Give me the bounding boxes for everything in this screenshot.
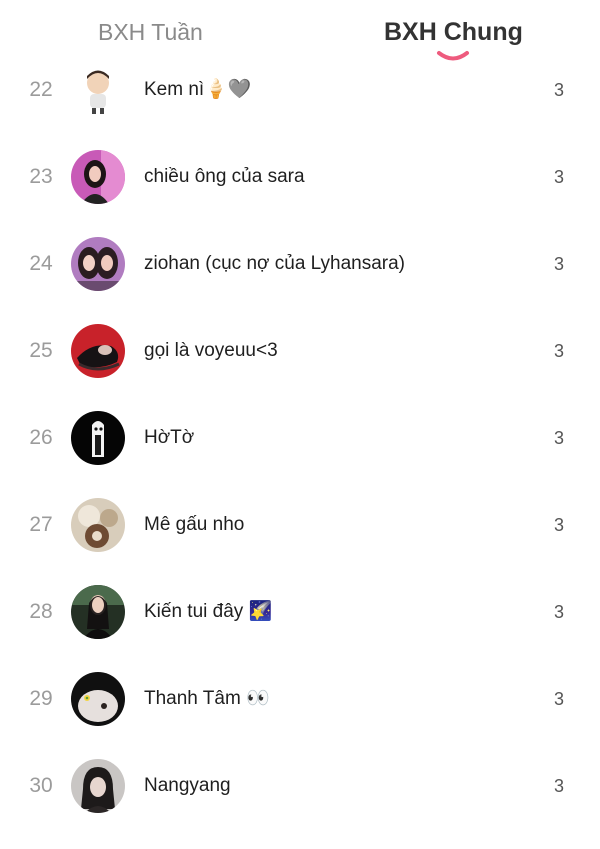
rank-number: 30 xyxy=(29,774,53,797)
rank-number: 25 xyxy=(29,339,53,362)
user-name: chiều ông của sara xyxy=(144,166,305,187)
rank-number: 22 xyxy=(29,78,53,101)
rank-number: 23 xyxy=(29,165,53,188)
list-item[interactable]: 25 gọi là voyeuu<3 3 xyxy=(0,308,600,395)
user-score: 3 xyxy=(553,80,564,100)
list-item[interactable]: 23 chiều ông của sara 3 xyxy=(0,134,600,221)
list-item[interactable]: 26 HờTờ 3 xyxy=(0,395,600,482)
rank-number: 26 xyxy=(29,426,53,449)
avatar[interactable] xyxy=(71,672,125,726)
rank-number: 28 xyxy=(29,600,53,623)
user-score: 3 xyxy=(553,341,564,361)
list-item[interactable]: 22 Kem nì🍦🩶 3 xyxy=(0,47,600,134)
avatar[interactable] xyxy=(71,324,125,378)
rank-number: 29 xyxy=(29,687,53,710)
tab-overall-ranking[interactable]: BXH Chung xyxy=(384,16,523,48)
user-name: Kiến tui đây 🌠 xyxy=(144,601,273,622)
avatar[interactable] xyxy=(71,759,125,813)
list-item[interactable]: 28 Kiến tui đây 🌠 3 xyxy=(0,569,600,656)
avatar[interactable] xyxy=(71,585,125,639)
avatar[interactable] xyxy=(71,498,125,552)
user-name: Kem nì🍦🩶 xyxy=(144,79,252,100)
list-item[interactable]: 27 Mê gấu nho 3 xyxy=(0,482,600,569)
user-name: Nangyang xyxy=(144,775,231,796)
list-item[interactable]: 29 Thanh Tâm 👀 3 xyxy=(0,656,600,743)
user-score: 3 xyxy=(553,167,564,187)
list-item[interactable]: 30 Nangyang 3 xyxy=(0,743,600,830)
tab-weekly-ranking[interactable]: BXH Tuần xyxy=(98,16,203,48)
user-score: 3 xyxy=(553,428,564,448)
user-name: Thanh Tâm 👀 xyxy=(144,688,270,709)
avatar[interactable] xyxy=(71,411,125,465)
avatar[interactable] xyxy=(71,150,125,204)
user-name: Mê gấu nho xyxy=(144,514,245,535)
user-name: ziohan (cục nợ của Lyhansara) xyxy=(144,253,406,274)
list-item[interactable]: 24 ziohan (cục nợ của Lyhansara) 3 xyxy=(0,221,600,308)
user-score: 3 xyxy=(553,602,564,622)
user-score: 3 xyxy=(553,254,564,274)
user-score: 3 xyxy=(553,776,564,796)
rank-number: 24 xyxy=(29,252,53,275)
user-name: HờTờ xyxy=(144,427,195,448)
user-score: 3 xyxy=(553,515,564,535)
user-name: gọi là voyeuu<3 xyxy=(144,340,278,361)
avatar[interactable] xyxy=(71,63,125,117)
rank-number: 27 xyxy=(29,513,53,536)
avatar[interactable] xyxy=(71,237,125,291)
user-score: 3 xyxy=(553,689,564,709)
